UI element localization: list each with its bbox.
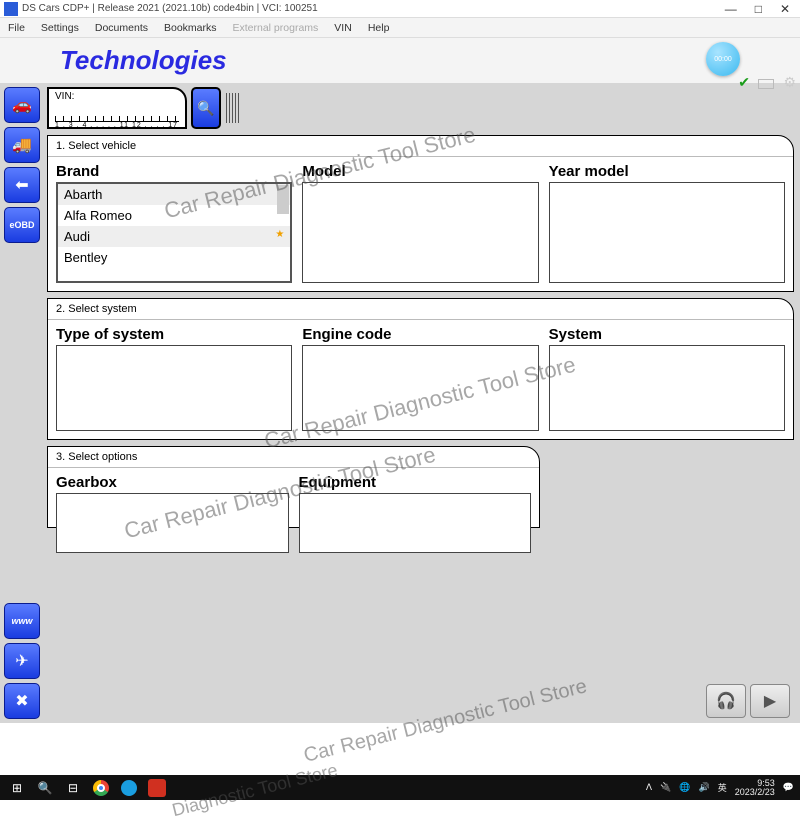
vin-search-button[interactable]: 🔍	[191, 87, 221, 129]
equipment-listbox[interactable]	[299, 493, 532, 553]
menu-documents[interactable]: Documents	[95, 22, 148, 34]
engine-listbox[interactable]	[302, 345, 538, 431]
tray-power-icon[interactable]: 🔌	[660, 782, 671, 793]
menu-bar: File Settings Documents Bookmarks Extern…	[0, 18, 800, 38]
next-button[interactable]: ▶	[750, 684, 790, 718]
model-listbox[interactable]	[302, 182, 538, 283]
menu-vin[interactable]: VIN	[334, 22, 352, 34]
gearbox-column-header: Gearbox	[56, 474, 289, 491]
brand-item[interactable]: Alfa Romeo	[58, 205, 290, 226]
tray-up-icon[interactable]: ᐱ	[646, 782, 652, 793]
section1-title: 1. Select vehicle	[48, 136, 793, 157]
tray-notifications-icon[interactable]: 💬	[783, 782, 794, 793]
type-listbox[interactable]	[56, 345, 292, 431]
brand-item[interactable]: Bentley	[58, 247, 290, 268]
window-title: DS Cars CDP+ | Release 2021 (2021.10b) c…	[22, 3, 725, 14]
brand-item[interactable]: Audi★	[58, 226, 290, 247]
menu-settings[interactable]: Settings	[41, 22, 79, 34]
connection-badge[interactable]: 00:00	[706, 42, 740, 76]
vin-panel: VIN: 1 . 3 . 4 . . . . . 11 12 . . . . 1…	[47, 87, 794, 129]
brand-item[interactable]: Abarth	[58, 184, 290, 205]
sidebar-truck-icon[interactable]: 🚚	[4, 127, 40, 163]
sidebar-globe-icon[interactable]: ✈	[4, 643, 40, 679]
tray-network-icon[interactable]: 🌐	[679, 782, 690, 793]
battery-icon	[758, 79, 774, 89]
sidebar-obd-icon[interactable]: eOBD	[4, 207, 40, 243]
maximize-button[interactable]: □	[755, 2, 762, 16]
left-sidebar: 🚗 🚚 ⬅ eOBD www ✈ ✖	[0, 83, 45, 723]
brand-listbox[interactable]: AbarthAlfa RomeoAudi★Bentley	[56, 182, 292, 283]
headset-button[interactable]: 🎧	[706, 684, 746, 718]
year-column-header: Year model	[549, 163, 785, 180]
edge-icon[interactable]	[118, 778, 140, 798]
menu-file[interactable]: File	[8, 22, 25, 34]
brand-column-header: Brand	[56, 163, 292, 180]
settings-gear-icon[interactable]: ⚙	[783, 74, 796, 91]
vin-input-box[interactable]: VIN: 1 . 3 . 4 . . . . . 11 12 . . . . 1…	[47, 87, 187, 129]
system-listbox[interactable]	[549, 345, 785, 431]
task-view-icon[interactable]: ⊟	[62, 778, 84, 798]
chrome-icon[interactable]	[90, 778, 112, 798]
app-taskbar-icon[interactable]	[146, 778, 168, 798]
tray-clock[interactable]: 9:53 2023/2/23	[735, 779, 775, 797]
app-icon	[4, 2, 18, 16]
section-select-vehicle: 1. Select vehicle Brand AbarthAlfa Romeo…	[47, 135, 794, 292]
windows-taskbar: ⊞ 🔍 ⊟ ᐱ 🔌 🌐 🔊 英 9:53 2023/2/23 💬	[0, 775, 800, 800]
gearbox-listbox[interactable]	[56, 493, 289, 553]
section-select-system: 2. Select system Type of system Engine c…	[47, 298, 794, 440]
section2-title: 2. Select system	[48, 299, 793, 320]
sidebar-back-icon[interactable]: ⬅	[4, 167, 40, 203]
start-button[interactable]: ⊞	[6, 778, 28, 798]
type-column-header: Type of system	[56, 326, 292, 343]
search-icon[interactable]: 🔍	[34, 778, 56, 798]
year-listbox[interactable]	[549, 182, 785, 283]
engine-column-header: Engine code	[302, 326, 538, 343]
menu-bookmarks[interactable]: Bookmarks	[164, 22, 217, 34]
menu-external[interactable]: External programs	[233, 22, 319, 34]
vin-ruler: 1 . 3 . 4 . . . . . 11 12 . . . . 17	[55, 122, 179, 129]
system-column-header: System	[549, 326, 785, 343]
vin-label: VIN:	[55, 91, 179, 102]
vin-barcode-icon[interactable]	[225, 87, 241, 129]
section3-title: 3. Select options	[48, 447, 539, 468]
model-column-header: Model	[302, 163, 538, 180]
spacer	[0, 723, 800, 775]
equipment-column-header: Equipment	[299, 474, 532, 491]
menu-help[interactable]: Help	[368, 22, 390, 34]
minimize-button[interactable]: —	[725, 2, 737, 16]
brand-logo-text: Technologies	[60, 45, 227, 76]
brand-header: Technologies 00:00 ✔ ⚙	[0, 38, 800, 83]
section-select-options: 3. Select options Gearbox Equipment	[47, 446, 540, 528]
window-title-bar: DS Cars CDP+ | Release 2021 (2021.10b) c…	[0, 0, 800, 18]
sidebar-www-icon[interactable]: www	[4, 603, 40, 639]
sidebar-car-icon[interactable]: 🚗	[4, 87, 40, 123]
tray-lang[interactable]: 英	[718, 781, 727, 794]
status-check-icon: ✔	[738, 74, 750, 91]
close-button[interactable]: ✕	[780, 2, 790, 16]
sidebar-tools-icon[interactable]: ✖	[4, 683, 40, 719]
tray-volume-icon[interactable]: 🔊	[699, 782, 710, 793]
